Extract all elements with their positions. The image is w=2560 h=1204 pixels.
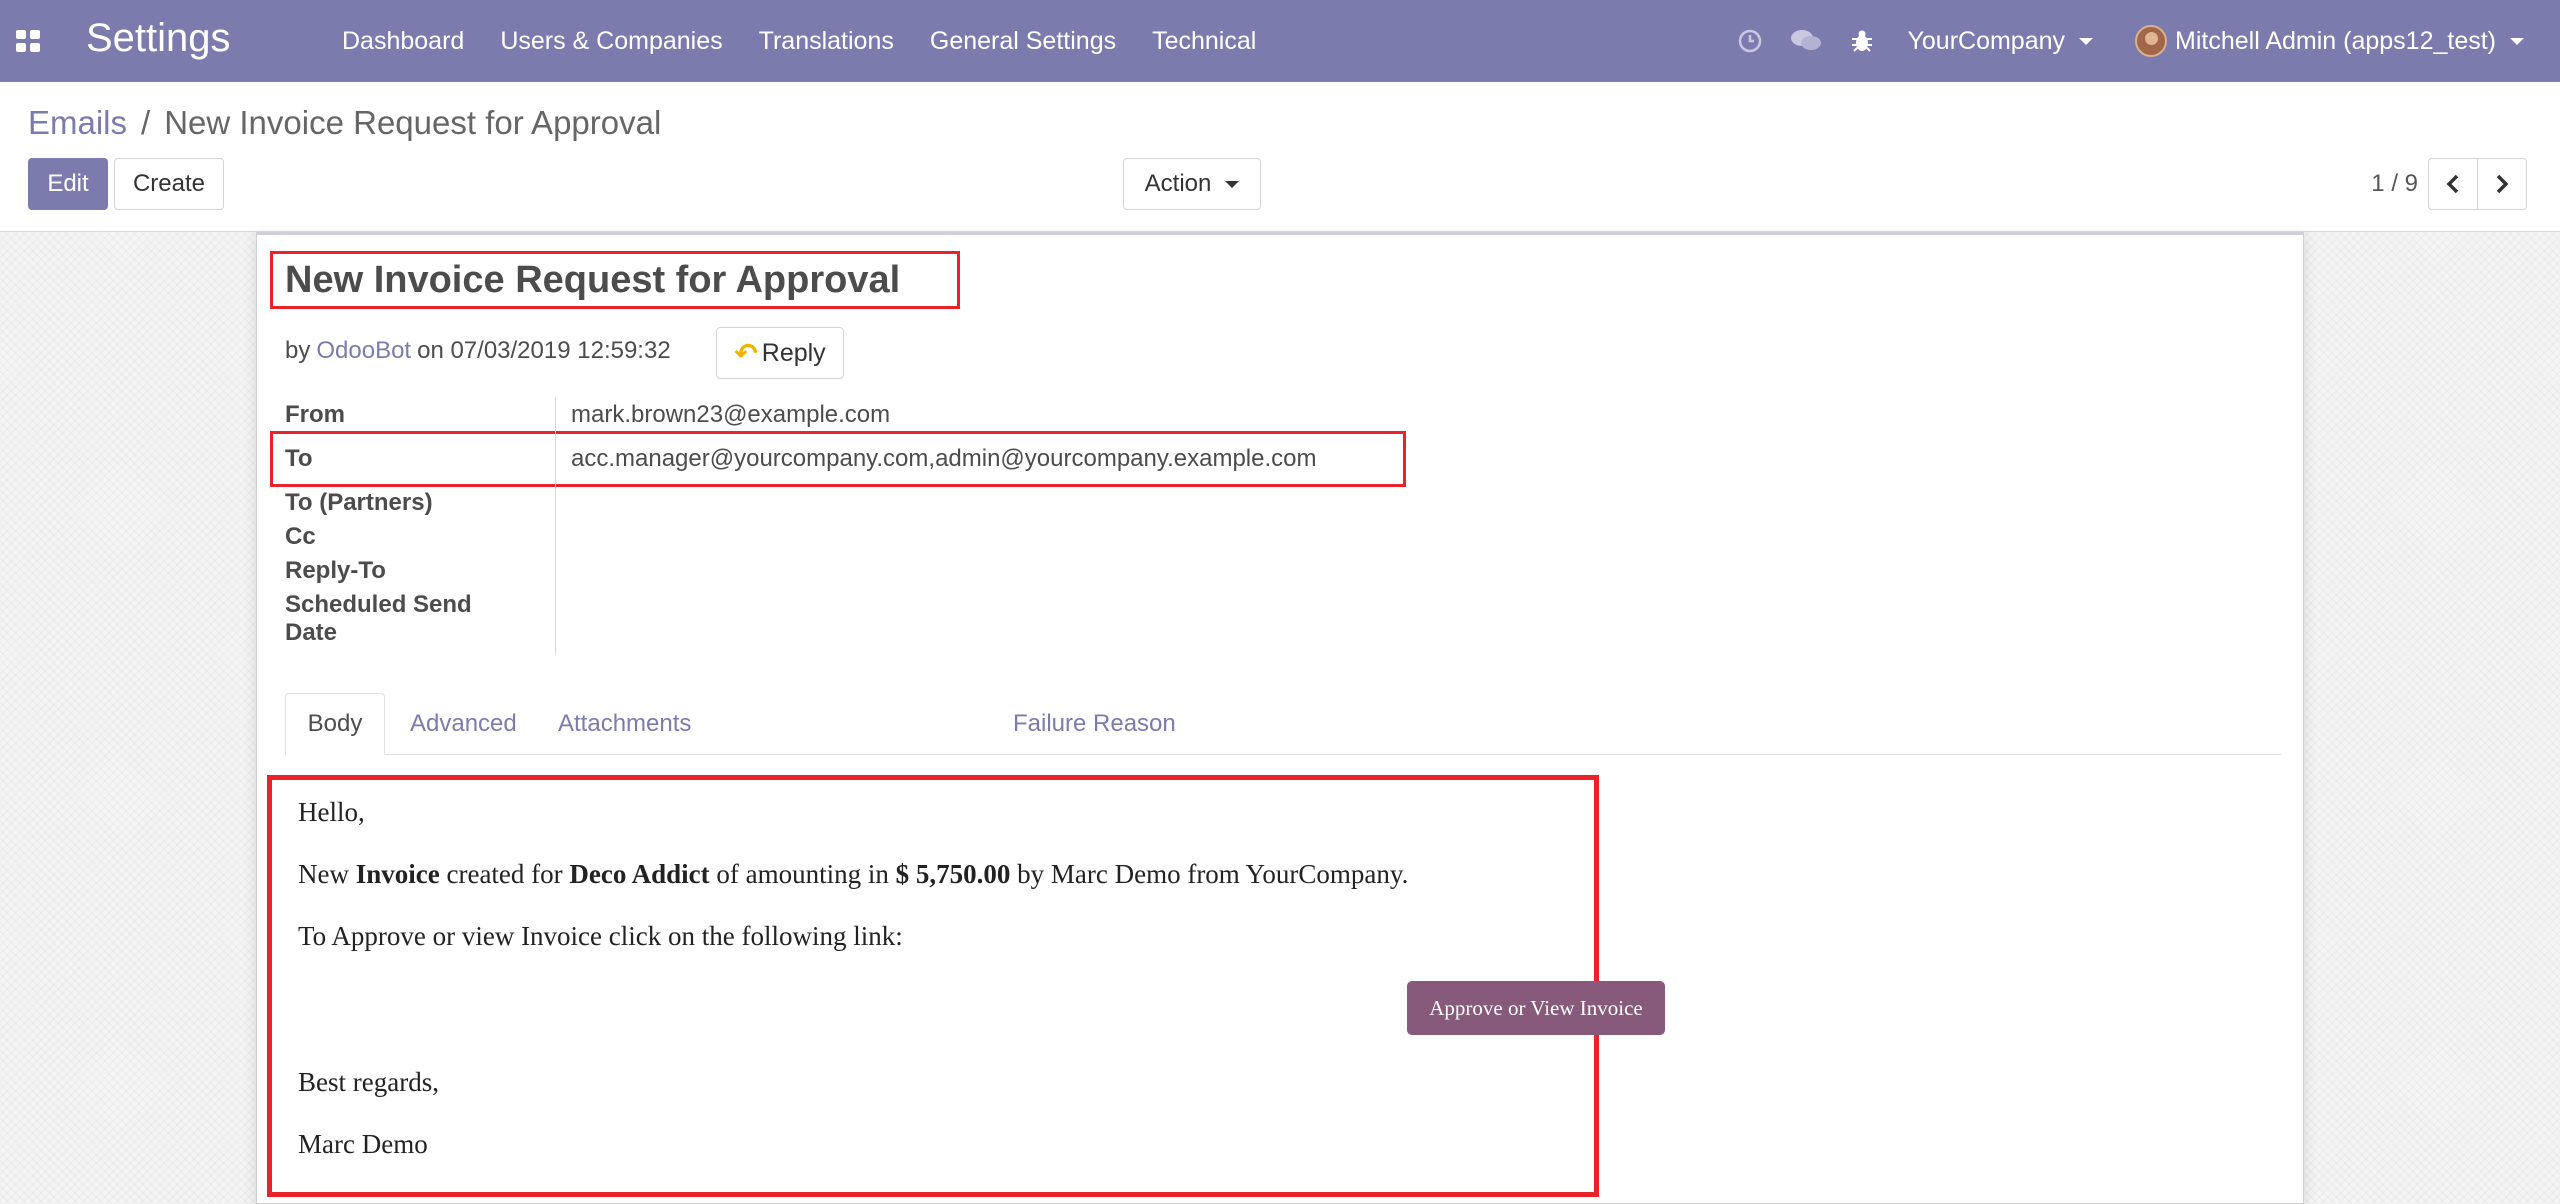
chevron-down-icon (2510, 37, 2524, 45)
tab-failure-reason[interactable]: Failure Reason (1013, 693, 1176, 755)
systray: YourCompany Mitchell Admin (apps12_test) (1722, 0, 2560, 82)
scheduled-send-date-text: Scheduled Send (285, 591, 472, 618)
clock-icon[interactable] (1722, 0, 1778, 82)
user-name: Mitchell Admin (apps12_test) (2175, 26, 2496, 55)
pager-value[interactable]: 1 / 9 (2371, 170, 2418, 198)
chevron-down-icon (1225, 180, 1240, 188)
email-subject: New Invoice Request for Approval (285, 259, 901, 301)
control-panel: Emails / New Invoice Request for Approva… (0, 82, 2560, 232)
bug-icon[interactable] (1834, 0, 1890, 82)
tab-body[interactable]: Body (285, 693, 385, 755)
reply-label: Reply (761, 338, 826, 367)
line1-mid2: of amounting in (709, 859, 896, 889)
line1-amount: $ 5,750.00 (895, 859, 1011, 889)
body-greeting: Hello, (298, 797, 365, 827)
email-byline: by OdooBot on 07/03/2019 12:59:32 (285, 337, 671, 365)
action-dropdown[interactable]: Action (1123, 158, 1261, 210)
pager-next-button[interactable] (2477, 158, 2527, 210)
menu-item-users-companies[interactable]: Users & Companies (482, 0, 740, 82)
menu-item-dashboard[interactable]: Dashboard (324, 0, 482, 82)
app-brand[interactable]: Settings (86, 16, 231, 61)
body-signature: Marc Demo (298, 1129, 428, 1159)
by-prefix: by (285, 337, 311, 364)
approve-or-view-invoice-button[interactable]: Approve or View Invoice (1407, 981, 1665, 1035)
line1-post: by Marc Demo from YourCompany. (1010, 859, 1409, 889)
line1-mid1: created for (439, 859, 570, 889)
from-value: mark.brown23@example.com (571, 401, 891, 428)
scheduled-send-date-label: Scheduled Send Date (285, 591, 472, 647)
menu-item-general-settings[interactable]: General Settings (912, 0, 1134, 82)
breadcrumb-current: New Invoice Request for Approval (164, 104, 662, 141)
reply-to-label: Reply-To (285, 557, 386, 584)
breadcrumb: Emails / New Invoice Request for Approva… (28, 104, 661, 142)
tab-advanced[interactable]: Advanced (410, 693, 517, 755)
pager-previous-button[interactable] (2428, 158, 2478, 210)
form-sheet: New Invoice Request for Approval by Odoo… (256, 232, 2304, 1204)
breadcrumb-separator: / (141, 104, 151, 141)
chevron-down-icon (2079, 37, 2094, 45)
to-label: To (285, 445, 313, 472)
to-value: acc.manager@yourcompany.com,admin@yourco… (571, 445, 1317, 472)
menu-item-technical[interactable]: Technical (1134, 0, 1274, 82)
from-label: From (285, 401, 345, 428)
to-field-divider (555, 431, 556, 487)
breadcrumb-emails-link[interactable]: Emails (28, 104, 127, 142)
to-partners-label: To (Partners) (285, 489, 433, 516)
body-highlight (267, 775, 1599, 1197)
sent-date: on 07/03/2019 12:59:32 (417, 337, 671, 364)
user-menu[interactable]: Mitchell Admin (apps12_test) (2117, 25, 2560, 57)
body-line-invoice: New Invoice created for Deco Addict of a… (298, 859, 1408, 890)
chevron-right-icon (2496, 174, 2509, 194)
cc-label: Cc (285, 523, 316, 550)
top-navbar: Settings Dashboard Users & Companies Tra… (0, 0, 2560, 82)
notebook-tabs: Body Advanced Attachments Failure Reason (285, 693, 2281, 755)
reply-button[interactable]: ↶ Reply (716, 327, 844, 379)
date-label-text: Date (285, 619, 338, 646)
chevron-left-icon (2446, 174, 2459, 194)
company-name: YourCompany (1907, 26, 2066, 55)
action-label: Action (1144, 170, 1212, 197)
create-button[interactable]: Create (114, 158, 224, 210)
menu-item-translations[interactable]: Translations (741, 0, 912, 82)
apps-icon[interactable] (16, 30, 40, 52)
edit-button[interactable]: Edit (28, 158, 108, 210)
reply-icon: ↶ (734, 337, 758, 369)
body-closing: Best regards, (298, 1067, 439, 1097)
form-background: New Invoice Request for Approval by Odoo… (0, 232, 2560, 1204)
body-line-link-intro: To Approve or view Invoice click on the … (298, 921, 903, 951)
tab-attachments[interactable]: Attachments (558, 693, 691, 755)
avatar (2135, 25, 2168, 57)
line1-invoice: Invoice (355, 859, 440, 889)
company-switcher[interactable]: YourCompany (1890, 27, 2118, 56)
main-menu: Dashboard Users & Companies Translations… (324, 0, 1274, 82)
author-link[interactable]: OdooBot (316, 337, 411, 365)
line1-customer: Deco Addict (569, 859, 710, 889)
line1-pre: New (298, 859, 356, 889)
chat-icon[interactable] (1778, 0, 1834, 82)
